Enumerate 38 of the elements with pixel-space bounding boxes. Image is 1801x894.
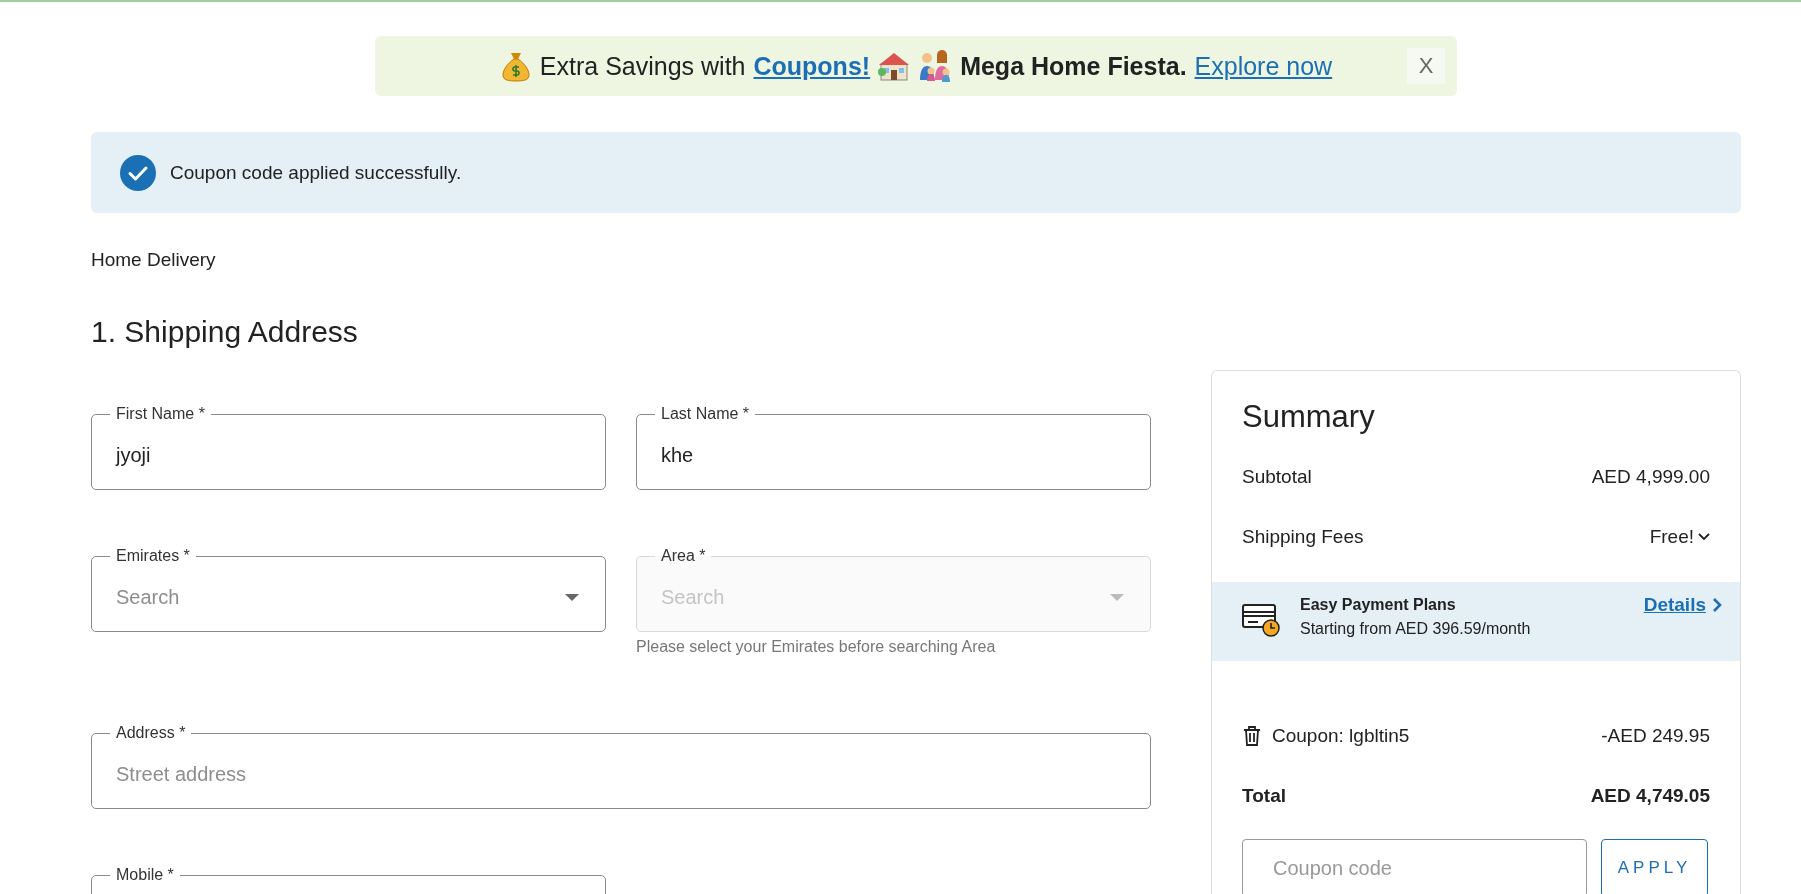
family-icon (918, 50, 953, 82)
total-label: Total (1242, 785, 1286, 807)
line-value: Free! (1649, 526, 1694, 548)
section-heading: 1. Shipping Address (91, 315, 359, 349)
check-circle-icon (120, 154, 156, 191)
plan-subtitle: Starting from AED 396.59/month (1300, 620, 1532, 638)
text-field[interactable]: Last Name * khe (636, 405, 1151, 490)
money-bag-icon (499, 50, 532, 82)
explore-now-link[interactable]: Explore now (1194, 51, 1333, 81)
text-field[interactable]: First Name * jyoji (91, 405, 606, 490)
coupon-label: Coupon: lgbltin5 (1272, 725, 1410, 747)
plan-title: Easy Payment Plans (1300, 596, 1457, 614)
details-link[interactable]: Details (1643, 594, 1722, 616)
coupon-code-field[interactable]: Coupon code (1242, 839, 1587, 894)
card-clock-icon (1242, 602, 1280, 637)
house-icon (878, 50, 911, 82)
dropdown-field[interactable]: Emirates * Search (91, 547, 606, 632)
coupon-amount: -AED 249.95 (1601, 725, 1710, 747)
text-field[interactable]: Mobile * (91, 866, 606, 894)
line-value: AED 4,999.00 (1591, 466, 1710, 488)
caret-icon (565, 593, 579, 601)
banner-text: Extra Savings with (539, 51, 746, 81)
alert-message: Coupon code applied successfully. (170, 161, 462, 184)
total-value: AED 4,749.05 (1590, 785, 1710, 807)
coupons-link[interactable]: Coupons! (753, 51, 871, 81)
summary-title: Summary (1242, 399, 1376, 435)
helper-text: Please select your Emirates before searching Area (636, 638, 996, 656)
trash-icon (1242, 725, 1262, 747)
chevron-down-icon (1698, 533, 1710, 541)
line-label: Subtotal (1242, 466, 1312, 488)
close-button[interactable]: X (1407, 48, 1445, 84)
chevron-right-icon (1712, 597, 1722, 613)
text-field[interactable]: Address * Street address (91, 724, 1151, 809)
line-label: Shipping Fees (1242, 526, 1364, 548)
promo-title: Mega Home Fiesta. (960, 51, 1187, 81)
apply-button[interactable]: APPLY (1601, 839, 1708, 894)
caret-icon (1110, 593, 1124, 601)
delivery-method: Home Delivery (91, 249, 216, 271)
